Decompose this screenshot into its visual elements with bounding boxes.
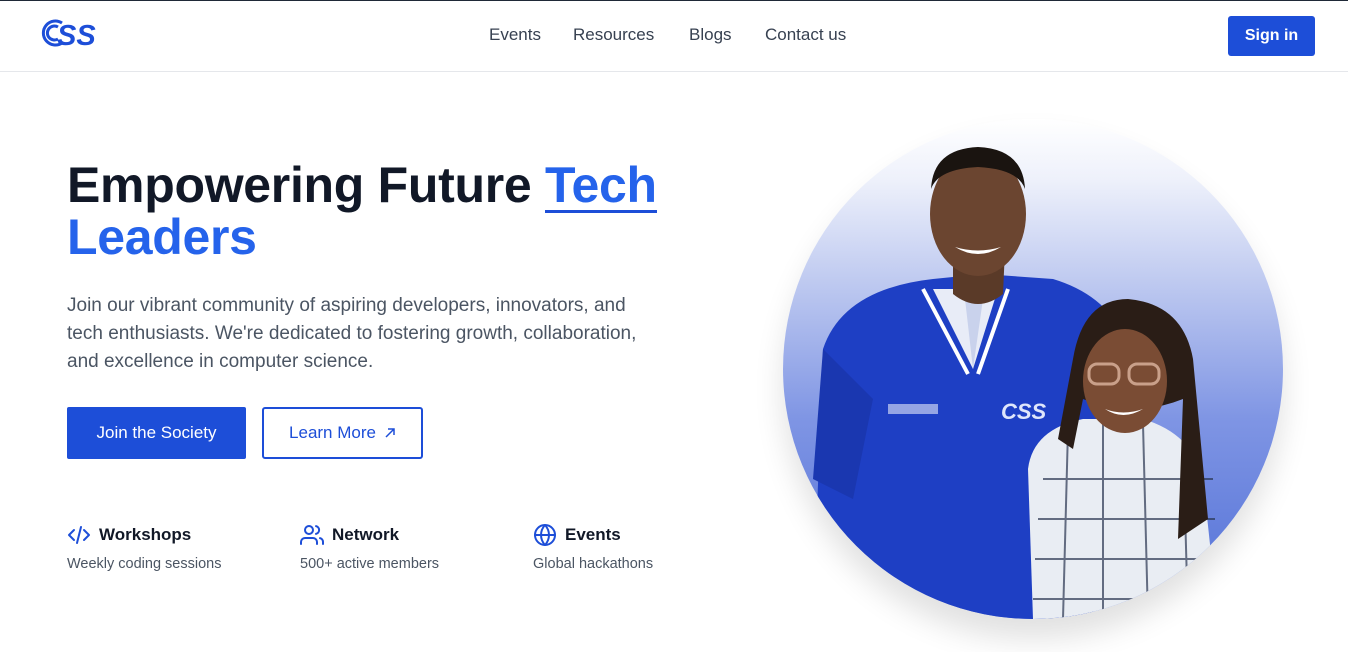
nav-blogs-link[interactable]: Blogs (689, 25, 732, 45)
nav-resources-link[interactable]: Resources (573, 25, 654, 45)
sign-in-button[interactable]: Sign in (1228, 16, 1315, 56)
feature-events: Events Global hackathons (533, 523, 753, 572)
hero-title-part1: Empowering Future (67, 157, 545, 213)
site-header: SS Events Resources Blogs Contact us Sig… (0, 1, 1348, 72)
hero-photo-illustration: CSS (813, 147, 1218, 619)
feature-description: Global hackathons (533, 556, 654, 572)
hero-photo: CSS (783, 119, 1283, 619)
nav-events-link[interactable]: Events (489, 25, 541, 45)
feature-title: Events (565, 525, 621, 544)
feature-workshops: Workshops Weekly coding sessions (67, 523, 287, 572)
feature-title: Workshops (99, 525, 192, 544)
arrow-up-right-icon (385, 428, 395, 438)
users-icon (300, 525, 324, 545)
feature-network: Network 500+ active members (300, 523, 520, 572)
nav-contact-link[interactable]: Contact us (765, 25, 846, 45)
globe-icon (534, 524, 556, 546)
feature-description: Weekly coding sessions (67, 556, 222, 572)
hero-title-accent-leaders: Leaders (67, 209, 257, 265)
feature-title: Network (332, 525, 400, 544)
join-society-button[interactable]: Join the Society (67, 407, 246, 459)
learn-more-button[interactable]: Learn More (262, 407, 423, 459)
learn-more-label: Learn More (289, 423, 376, 442)
hero-title: Empowering Future Tech Leaders (67, 160, 657, 262)
svg-text:CSS: CSS (1001, 399, 1047, 424)
feature-description: 500+ active members (300, 556, 440, 572)
hero-description: Join our vibrant community of aspiring d… (67, 295, 637, 372)
main-nav: Events Resources Blogs Contact us (0, 25, 1348, 49)
code-icon (68, 526, 90, 544)
hero-title-accent-tech: Tech (544, 157, 657, 213)
